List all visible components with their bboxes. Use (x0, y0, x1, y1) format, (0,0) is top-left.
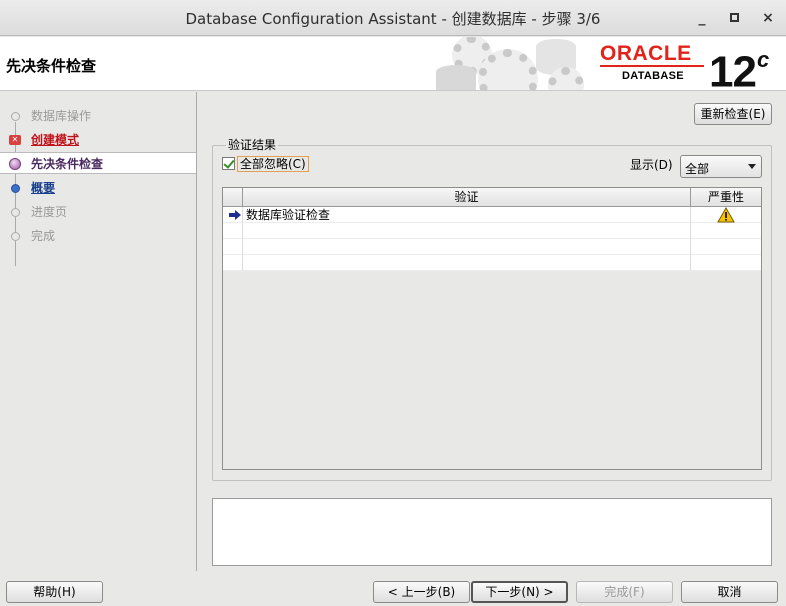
warning-icon (717, 207, 735, 223)
step-progress: 进度页 (0, 201, 196, 223)
check-name: 数据库验证检查 (243, 207, 691, 223)
steps-sidebar: 数据库操作 ✕ 创建模式 先决条件检查 概要 进度页 完成 (0, 92, 197, 571)
finish-button: 完成(F) (576, 581, 673, 603)
help-button[interactable]: 帮助(H) (6, 581, 103, 603)
step-current-icon (9, 158, 21, 170)
recheck-button[interactable]: 重新检查(E) (694, 103, 772, 125)
cancel-button[interactable]: 取消 (681, 581, 778, 603)
column-header-check[interactable]: 验证 (243, 188, 691, 207)
step-pending-icon (11, 232, 20, 241)
step-summary[interactable]: 概要 (0, 177, 196, 199)
step-prerequisite-checks[interactable]: 先决条件检查 (0, 152, 196, 174)
header-banner: 先决条件检查 ORACLE DATABASE 12c (0, 37, 786, 91)
step-done-icon (11, 112, 20, 121)
current-row-arrow-icon (229, 210, 241, 220)
table-row-empty (223, 223, 761, 239)
oracle-logo: ORACLE DATABASE (600, 43, 706, 82)
validation-table: 验证 严重性 数据库验证检查 (222, 187, 762, 470)
window-title: Database Configuration Assistant - 创建数据库… (185, 10, 601, 28)
table-header: 验证 严重性 (223, 188, 761, 207)
table-row-empty (223, 239, 761, 255)
step-finish: 完成 (0, 225, 196, 247)
minimize-button[interactable]: _ (692, 8, 712, 28)
window-titlebar: Database Configuration Assistant - 创建数据库… (0, 0, 786, 36)
maximize-icon (729, 13, 739, 22)
page-title: 先决条件检查 (6, 57, 97, 75)
group-title: 验证结果 (226, 136, 279, 153)
back-button[interactable]: < 上一步(B) (373, 581, 470, 603)
maximize-button[interactable] (724, 8, 744, 28)
table-row[interactable]: 数据库验证检查 (223, 207, 761, 223)
column-header-severity[interactable]: 严重性 (691, 188, 761, 207)
checkbox-checked-icon (222, 157, 235, 170)
chevron-down-icon (748, 164, 756, 169)
error-x-icon: ✕ (9, 135, 21, 145)
show-filter-select[interactable]: 全部 (680, 155, 762, 178)
show-label: 显示(D) (630, 158, 673, 172)
table-row-empty (223, 255, 761, 271)
version-logo: 12c (709, 47, 769, 91)
step-database-operation[interactable]: 数据库操作 (0, 105, 196, 127)
close-button[interactable]: × (758, 8, 778, 28)
step-pending-icon (11, 208, 20, 217)
step-link-icon (11, 184, 20, 193)
next-button[interactable]: 下一步(N) > (471, 581, 568, 603)
step-creation-mode[interactable]: ✕ 创建模式 (0, 129, 196, 151)
details-pane[interactable] (212, 498, 772, 566)
column-header-marker (223, 188, 243, 207)
